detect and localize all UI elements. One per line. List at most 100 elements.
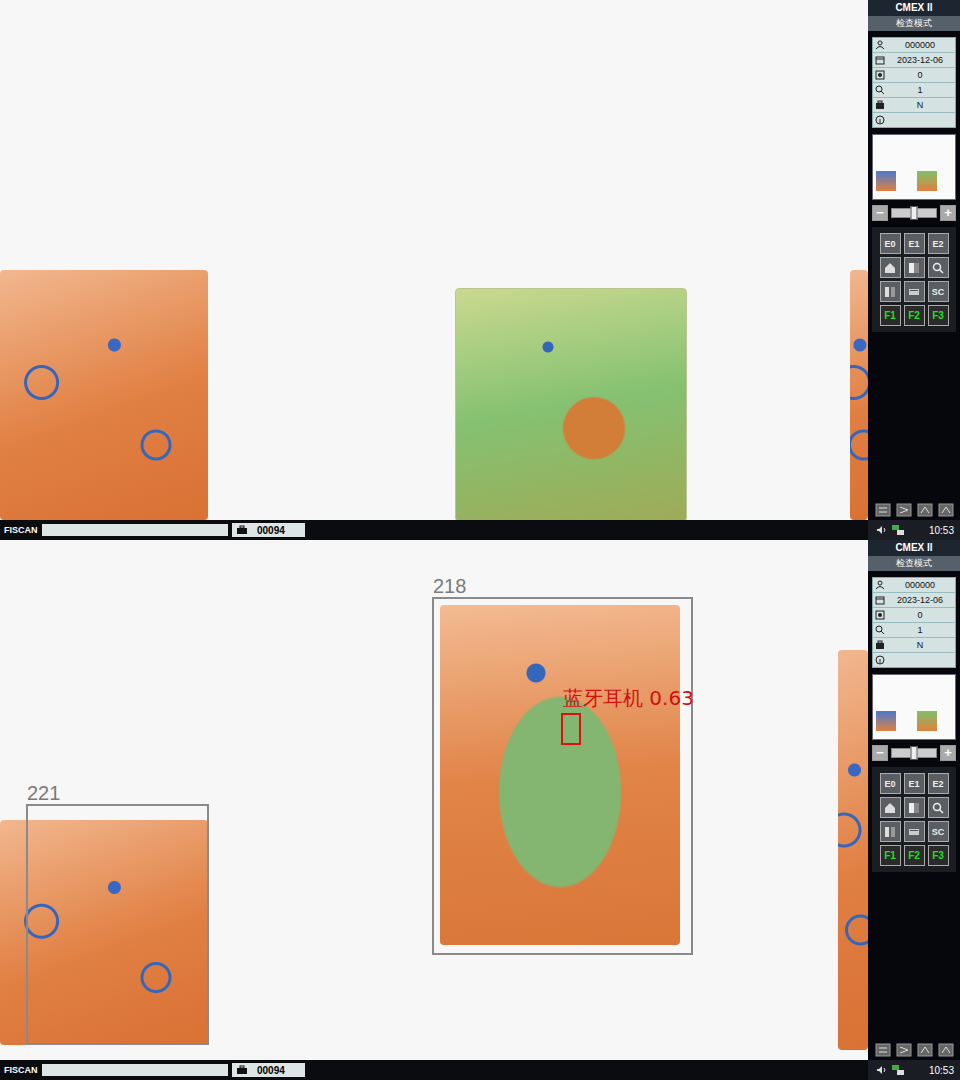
tool-icon[interactable] (875, 1043, 891, 1057)
zoom-slider[interactable] (891, 208, 937, 218)
info-row: 0 (873, 608, 955, 623)
xray-image (0, 270, 208, 520)
bag-count: 00094 (251, 1065, 301, 1076)
tool-button[interactable]: SC (928, 281, 949, 302)
tool-icon[interactable] (896, 503, 912, 517)
thumbnail[interactable] (872, 674, 956, 740)
xray-image (850, 270, 868, 520)
box-icon (875, 610, 885, 620)
kbd-icon (908, 826, 920, 838)
tool-button[interactable] (880, 257, 901, 278)
app-title: CMEX II (868, 0, 960, 16)
info-value: 2023-12-06 (887, 595, 953, 605)
info-value: 1 (887, 85, 953, 95)
bag-icon (875, 100, 885, 110)
tool-icon[interactable] (875, 503, 891, 517)
zoom-in-button[interactable]: + (940, 205, 956, 221)
tool-button[interactable] (904, 257, 925, 278)
tool-button[interactable]: E2 (928, 773, 949, 794)
bag-icon (875, 640, 885, 650)
info-value: 000000 (887, 40, 953, 50)
tool-icon[interactable] (896, 1043, 912, 1057)
tool-button[interactable]: F2 (904, 305, 925, 326)
tool-button[interactable] (904, 821, 925, 842)
info-icon (875, 655, 885, 665)
tool-button[interactable]: F2 (904, 845, 925, 866)
split-icon (884, 826, 896, 838)
detection-box[interactable]: 蓝牙耳机 0.63 (561, 713, 581, 745)
clock: 10:53 (929, 525, 960, 536)
thumbnail[interactable] (872, 134, 956, 200)
tool-button[interactable] (880, 797, 901, 818)
tool-button[interactable]: F3 (928, 305, 949, 326)
sidebar: CMEX II 检查模式 000000 2023-12-06 0 1 N − +… (868, 0, 960, 520)
brand-label: FISCAN (4, 525, 38, 535)
scan-canvas (0, 0, 868, 520)
zoom-icon (875, 625, 885, 635)
tool-button[interactable] (928, 797, 949, 818)
tool-button[interactable]: SC (928, 821, 949, 842)
tool-row (868, 1040, 960, 1060)
tool-button[interactable] (880, 821, 901, 842)
xray-image (0, 820, 208, 1045)
thumbnail-bag (876, 171, 896, 191)
tool-button[interactable] (880, 281, 901, 302)
tool-button[interactable] (928, 257, 949, 278)
zoom-out-button[interactable]: − (872, 205, 888, 221)
tool-button[interactable]: E1 (904, 773, 925, 794)
tool-icon[interactable] (938, 1043, 954, 1057)
zoom-control: − + (872, 205, 956, 221)
info-row: 2023-12-06 (873, 53, 955, 68)
zoom-slider[interactable] (891, 748, 937, 758)
kbd-icon (908, 286, 920, 298)
info-row: 1 (873, 83, 955, 98)
tool-icon[interactable] (917, 503, 933, 517)
scanner-pane: CMEX II 检查模式 000000 2023-12-06 0 1 N − +… (0, 0, 960, 540)
xray-image (440, 605, 680, 945)
zoom-icon (932, 262, 944, 274)
bag-icon (236, 1065, 248, 1075)
tool-button[interactable]: E1 (904, 233, 925, 254)
tool-button[interactable]: E2 (928, 233, 949, 254)
sidebar: CMEX II 检查模式 000000 2023-12-06 0 1 N − +… (868, 540, 960, 1060)
info-value: 0 (887, 70, 953, 80)
button-grid: E0E1E2 SC F1F2F3 (872, 227, 956, 332)
network-icon (891, 1064, 905, 1076)
slider-thumb[interactable] (911, 746, 918, 760)
half-icon (908, 262, 920, 274)
tool-button[interactable]: E0 (880, 773, 901, 794)
zoom-control: − + (872, 745, 956, 761)
sound-icon (876, 525, 888, 535)
tool-button[interactable]: F1 (880, 305, 901, 326)
info-row (873, 113, 955, 127)
tool-button[interactable]: E0 (880, 233, 901, 254)
zoom-in-button[interactable]: + (940, 745, 956, 761)
info-row: 1 (873, 623, 955, 638)
info-panel: 000000 2023-12-06 0 1 N (872, 577, 956, 668)
thumbnail-bag (917, 171, 937, 191)
tool-button[interactable]: F1 (880, 845, 901, 866)
info-row: 2023-12-06 (873, 593, 955, 608)
bag-counter: 00094 (232, 1063, 305, 1077)
cal-icon (875, 55, 885, 65)
slider-thumb[interactable] (911, 206, 918, 220)
info-row (873, 653, 955, 667)
sound-icon (876, 1065, 888, 1075)
tool-button[interactable] (904, 797, 925, 818)
thumbnail-bag (917, 711, 937, 731)
info-value: 1 (887, 625, 953, 635)
half-icon (908, 802, 920, 814)
bag-icon (236, 525, 248, 535)
tool-icon[interactable] (917, 1043, 933, 1057)
button-grid: E0E1E2 SC F1F2F3 (872, 767, 956, 872)
tool-button[interactable] (904, 281, 925, 302)
info-value: 000000 (887, 580, 953, 590)
zoom-out-button[interactable]: − (872, 745, 888, 761)
status-field (42, 1064, 228, 1076)
tool-icon[interactable] (938, 503, 954, 517)
xray-image (455, 288, 687, 520)
brand-label: FISCAN (4, 1065, 38, 1075)
user-icon (875, 580, 885, 590)
tool-button[interactable]: F3 (928, 845, 949, 866)
info-panel: 000000 2023-12-06 0 1 N (872, 37, 956, 128)
